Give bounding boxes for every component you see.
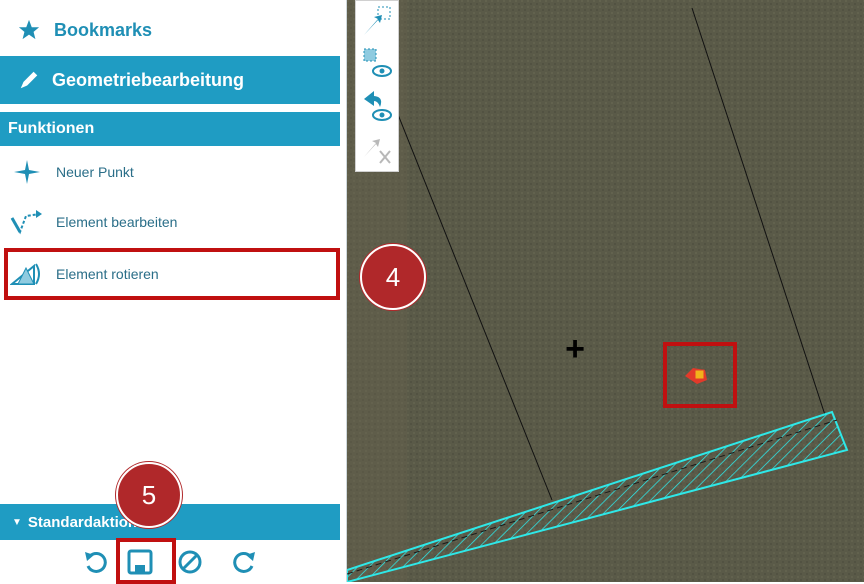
- map-view[interactable]: +: [347, 0, 864, 582]
- step-5-badge: 5: [116, 462, 182, 528]
- bookmarks-label: Bookmarks: [54, 19, 153, 40]
- geometry-edit-header[interactable]: Geometriebearbeitung: [0, 56, 340, 104]
- bookmarks-header[interactable]: Bookmarks: [0, 8, 340, 52]
- functions-header: Funktionen: [0, 112, 340, 146]
- disabled-arrow-icon: [364, 139, 391, 164]
- aerial-map[interactable]: +: [347, 0, 864, 582]
- tool-edit-element-label: Element bearbeiten: [56, 214, 178, 230]
- tool-new-point-label: Neuer Punkt: [56, 164, 134, 180]
- edit-vertices-icon: [10, 210, 42, 235]
- pencil-icon: [20, 71, 38, 89]
- back-arrow-icon[interactable]: [360, 89, 394, 123]
- eye-toggle-icon[interactable]: [360, 45, 394, 79]
- undo-button[interactable]: [78, 544, 114, 580]
- tool-new-point[interactable]: Neuer Punkt: [0, 152, 340, 192]
- step-4-badge: 4: [360, 244, 426, 310]
- map-edit-toolbar: [355, 0, 399, 172]
- map-cursor-crosshair: +: [565, 330, 585, 368]
- geometry-edit-label: Geometriebearbeitung: [52, 69, 245, 90]
- tool-edit-element[interactable]: Element bearbeiten: [0, 202, 340, 242]
- redo-icon: [233, 551, 255, 573]
- redo-button[interactable]: [226, 544, 262, 580]
- select-arrow-icon[interactable]: [360, 5, 394, 39]
- functions-header-label: Funktionen: [8, 120, 95, 137]
- chevron-down-icon: ▼: [12, 516, 22, 528]
- cancel-button[interactable]: [172, 544, 208, 580]
- undo-icon: [85, 551, 107, 573]
- star-icon: [18, 19, 40, 40]
- highlight-save-button: [116, 538, 176, 584]
- cancel-icon: [178, 550, 202, 574]
- crosshair-point-icon: [14, 160, 40, 184]
- highlight-rotate-tool: [4, 248, 340, 300]
